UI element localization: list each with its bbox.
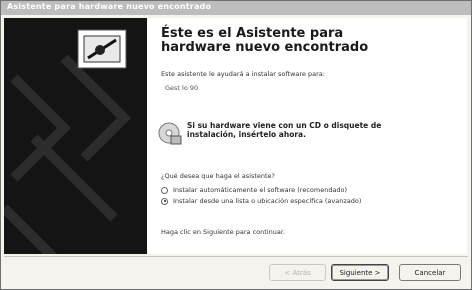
wizard-banner — [4, 18, 147, 254]
radio-button-selected[interactable] — [161, 197, 168, 205]
cancel-button[interactable]: Cancelar — [399, 264, 461, 281]
page-title: Éste es el Asistente para hardware nuevo… — [161, 26, 369, 55]
option-specific-location[interactable]: Instalar desde una lista o ubicación esp… — [161, 196, 361, 206]
window-title: Asistente para hardware nuevo encontrado — [7, 2, 212, 11]
radio-button[interactable] — [161, 186, 168, 194]
device-name: Gest lo 90 — [165, 84, 199, 92]
title-bar[interactable]: Asistente para hardware nuevo encontrado — [1, 1, 471, 15]
back-button[interactable]: < Atrás — [269, 264, 326, 281]
option-label: Instalar automáticamente el software (re… — [173, 186, 348, 194]
wizard-window: Asistente para hardware nuevo encontrado… — [0, 0, 472, 290]
cd-disk-icon — [158, 122, 182, 145]
next-button[interactable]: Siguiente > — [331, 264, 389, 281]
hardware-install-icon — [77, 29, 127, 69]
question-text: ¿Qué desea que haga el asistente? — [161, 172, 275, 180]
cd-notice: Si su hardware viene con un CD o disquet… — [187, 121, 382, 139]
content-panel: Éste es el Asistente para hardware nuevo… — [147, 18, 467, 254]
banner-art — [4, 29, 132, 254]
continue-hint: Haga clic en Siguiente para continuar. — [161, 228, 285, 236]
option-auto-install[interactable]: Instalar automáticamente el software (re… — [161, 185, 347, 195]
option-label: Instalar desde una lista o ubicación esp… — [173, 197, 362, 205]
intro-text: Este asistente le ayudará a instalar sof… — [161, 70, 325, 78]
divider — [4, 256, 468, 257]
